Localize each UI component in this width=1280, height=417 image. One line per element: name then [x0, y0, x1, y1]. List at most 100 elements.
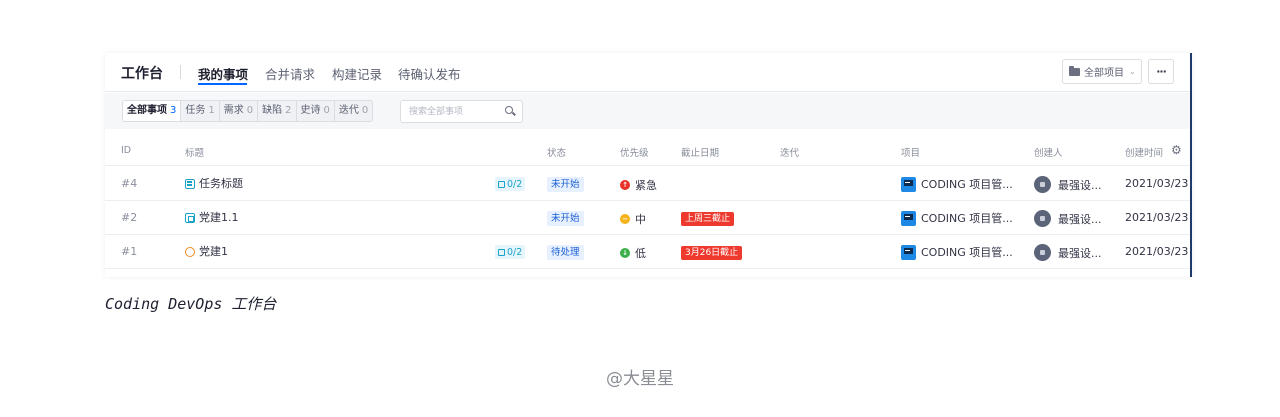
- gear-icon[interactable]: ⚙: [1171, 144, 1182, 156]
- row-title[interactable]: 任务标题: [199, 177, 243, 191]
- row-id: #1: [121, 245, 138, 258]
- created-time: 2021/03/23: [1125, 245, 1189, 258]
- project-cell[interactable]: CODING 项目管...: [901, 210, 1013, 226]
- more-button[interactable]: ···: [1148, 59, 1174, 84]
- project-filter-select[interactable]: 全部项目 ⌄: [1062, 59, 1142, 84]
- status-badge[interactable]: 未开始: [547, 177, 584, 192]
- author-watermark: @大星星: [606, 369, 674, 389]
- priority-label: 中: [635, 213, 646, 226]
- priority-low-icon: ↓: [620, 248, 630, 258]
- table-row[interactable]: #1 党建1 0/2 待处理 ↓ 低 3月26日截止 CODING 项目管... …: [105, 235, 1190, 269]
- created-time: 2021/03/23: [1125, 211, 1189, 224]
- project-name: CODING 项目管...: [921, 178, 1013, 191]
- col-status: 状态: [547, 148, 567, 159]
- subtask-count: 0/2: [495, 177, 526, 191]
- row-title[interactable]: 党建1: [199, 245, 228, 259]
- filter-count: 1: [208, 105, 215, 116]
- bug-type-icon: [185, 247, 195, 257]
- image-caption: Coding DevOps 工作台: [105, 295, 277, 313]
- priority-cell[interactable]: ↑ 紧急: [620, 177, 657, 193]
- col-title: 标题: [185, 148, 205, 159]
- project-cell[interactable]: CODING 项目管...: [901, 176, 1013, 192]
- avatar: [1034, 210, 1051, 227]
- avatar: [1034, 176, 1051, 193]
- project-cell[interactable]: CODING 项目管...: [901, 244, 1013, 260]
- priority-cell[interactable]: − 中: [620, 211, 646, 227]
- filter-bugs[interactable]: 缺陷 2: [258, 101, 297, 121]
- row-id: #2: [121, 211, 138, 224]
- folder-icon: [1069, 65, 1080, 76]
- table-row[interactable]: #4 任务标题 0/2 未开始 ↑ 紧急 CODING 项目管... 最强设...…: [105, 167, 1190, 201]
- filter-label: 史诗: [300, 105, 321, 116]
- creator-name: 最强设...: [1058, 178, 1102, 192]
- due-date-badge[interactable]: 3月26日截止: [681, 246, 743, 260]
- tab-pending-releases[interactable]: 待确认发布: [398, 64, 461, 83]
- priority-label: 低: [635, 247, 646, 260]
- subtask-label: 0/2: [507, 246, 523, 258]
- due-date-badge[interactable]: 上周三截止: [681, 212, 735, 226]
- row-title-cell[interactable]: 党建1: [185, 245, 228, 259]
- tab-merge-requests[interactable]: 合并请求: [265, 64, 315, 83]
- tab-build-records[interactable]: 构建记录: [332, 64, 382, 83]
- filter-count: 0: [246, 105, 254, 116]
- requirement-type-icon: [185, 213, 195, 223]
- search-box: [400, 100, 523, 123]
- status-badge[interactable]: 待处理: [547, 245, 584, 260]
- project-logo-icon: [901, 176, 916, 192]
- creator-cell: 最强设...: [1034, 244, 1102, 261]
- row-id: #4: [121, 177, 138, 190]
- filter-requirements[interactable]: 需求 0: [220, 101, 259, 121]
- filter-label: 迭代: [338, 105, 359, 116]
- col-creator: 创建人: [1034, 148, 1063, 159]
- table-row[interactable]: #2 党建1.1 未开始 − 中 上周三截止 CODING 项目管... 最强设.…: [105, 201, 1190, 235]
- filter-label: 缺陷: [262, 105, 283, 116]
- item-type-filter: 全部事项 3 任务 1 需求 0 缺陷 2 史诗 0 迭代 0: [122, 100, 374, 122]
- workbench-panel: 工作台 我的事项 合并请求 构建记录 待确认发布 全部项目 ⌄ ··· 全部事项…: [105, 53, 1192, 277]
- subtask-count: 0/2: [495, 245, 526, 259]
- search-icon[interactable]: [505, 106, 513, 114]
- creator-cell: 最强设...: [1034, 176, 1102, 193]
- subtask-icon: [498, 248, 505, 256]
- col-due-date: 截止日期: [681, 148, 720, 159]
- priority-medium-icon: −: [620, 214, 630, 224]
- active-tab-indicator: [198, 83, 247, 85]
- col-id: ID: [121, 145, 132, 156]
- filter-tasks[interactable]: 任务 1: [181, 101, 220, 121]
- creator-name: 最强设...: [1058, 246, 1102, 260]
- priority-urgent-icon: ↑: [620, 180, 630, 190]
- filter-count: 2: [285, 105, 292, 116]
- table-header: ID 标题 状态 优先级 截止日期 迭代 项目 创建人 创建时间 ⚙: [105, 136, 1190, 166]
- priority-cell[interactable]: ↓ 低: [620, 245, 646, 261]
- workspace-title: 工作台: [121, 66, 163, 82]
- filter-label: 需求: [223, 105, 244, 116]
- search-input[interactable]: [401, 101, 501, 122]
- row-title-cell[interactable]: 党建1.1: [185, 211, 239, 225]
- filter-epics[interactable]: 史诗 0: [297, 101, 335, 121]
- row-title[interactable]: 党建1.1: [199, 211, 239, 225]
- row-title-cell[interactable]: 任务标题: [185, 177, 243, 191]
- project-filter-label: 全部项目: [1084, 68, 1124, 79]
- subtask-label: 0/2: [507, 178, 523, 190]
- status-badge[interactable]: 未开始: [547, 211, 584, 226]
- priority-label: 紧急: [635, 179, 657, 192]
- filter-all-items[interactable]: 全部事项 3: [123, 101, 182, 121]
- col-project: 项目: [901, 148, 921, 159]
- project-name: CODING 项目管...: [921, 212, 1013, 225]
- divider: [180, 65, 181, 79]
- created-time: 2021/03/23: [1125, 177, 1189, 190]
- filter-bar: 全部事项 3 任务 1 需求 0 缺陷 2 史诗 0 迭代 0: [105, 93, 1190, 129]
- creator-name: 最强设...: [1058, 212, 1102, 226]
- filter-count: 3: [170, 105, 177, 116]
- col-iteration: 迭代: [780, 148, 800, 159]
- creator-cell: 最强设...: [1034, 210, 1102, 227]
- col-created-time: 创建时间: [1125, 148, 1164, 159]
- col-priority: 优先级: [620, 148, 649, 159]
- filter-count: 0: [361, 105, 369, 116]
- tab-my-items[interactable]: 我的事项: [198, 64, 248, 83]
- filter-label: 全部事项: [127, 105, 167, 116]
- task-type-icon: [185, 179, 195, 189]
- filter-iterations[interactable]: 迭代 0: [335, 101, 372, 121]
- subtask-icon: [498, 180, 505, 188]
- project-name: CODING 项目管...: [921, 246, 1013, 259]
- filter-label: 任务: [185, 105, 206, 116]
